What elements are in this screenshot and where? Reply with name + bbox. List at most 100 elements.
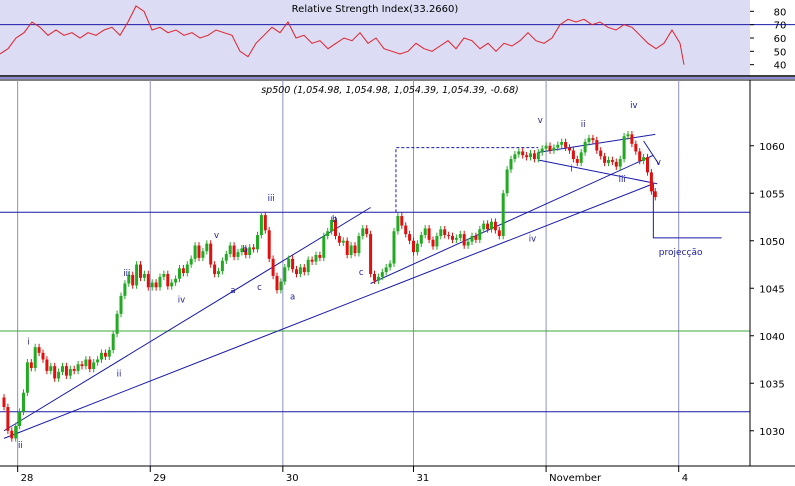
candle-body <box>259 215 263 236</box>
candle-body <box>228 245 232 255</box>
candle-body <box>560 141 564 145</box>
candle-body <box>610 160 614 162</box>
candle-body <box>267 230 271 259</box>
candle-body <box>396 216 400 232</box>
candle-body <box>439 229 443 236</box>
candle-body <box>25 362 29 393</box>
candle-body <box>451 236 454 240</box>
candle-body <box>501 193 505 236</box>
candle-body <box>248 247 252 255</box>
candle-body <box>224 254 228 261</box>
candle-body <box>529 153 532 158</box>
day-gridlines <box>17 80 680 466</box>
candle-body <box>497 230 501 236</box>
wave-label: c <box>359 268 364 278</box>
wave-label: iv <box>178 296 185 306</box>
candle-body <box>10 430 14 439</box>
candle-body <box>275 275 279 291</box>
wave-label: iii <box>619 175 626 185</box>
candle-body <box>341 240 345 243</box>
candle-body <box>579 152 583 163</box>
candle-body <box>49 366 53 371</box>
candle-body <box>622 136 626 160</box>
candle-body <box>361 228 365 236</box>
candle-body <box>513 154 517 160</box>
candle-body <box>131 274 135 286</box>
candle-body <box>509 159 513 170</box>
candle-body <box>193 245 197 259</box>
candle-body <box>181 268 185 274</box>
price-tick-label: 1035 <box>759 379 784 390</box>
rsi-tick-label: 50 <box>774 47 787 58</box>
candle-body <box>575 159 579 163</box>
candle-body <box>493 221 497 231</box>
rsi-y-axis: 40 50 60 70 80 <box>750 7 787 72</box>
candle-body <box>162 274 166 277</box>
price-y-axis: 1030 1035 1040 1045 1050 1055 1060 <box>750 142 785 438</box>
candle-body <box>490 221 493 230</box>
candle-body <box>392 231 396 264</box>
candle-body <box>474 236 478 240</box>
wave-label: a <box>230 286 235 296</box>
candle-body <box>205 243 209 252</box>
candle-body <box>607 160 610 163</box>
wave-label: iii <box>268 194 275 204</box>
wave-label: ii <box>581 120 586 130</box>
candle-body <box>146 274 150 288</box>
candle-body <box>618 159 622 167</box>
candle-body <box>123 283 127 296</box>
x-tick-label: 4 <box>682 473 688 482</box>
candle-body <box>646 157 649 173</box>
candle-body <box>100 352 103 360</box>
candle-body <box>478 229 482 240</box>
candle-body <box>435 236 439 247</box>
candle-body <box>213 264 217 274</box>
candle-body <box>76 364 80 371</box>
candle-body <box>454 237 458 240</box>
candle-body <box>53 366 57 379</box>
candle-body <box>427 228 431 240</box>
candle-body <box>263 215 267 231</box>
candle-body <box>220 260 224 272</box>
candle-body <box>232 245 236 257</box>
candle-body <box>185 264 189 274</box>
candle-body <box>61 366 64 372</box>
candle-body <box>626 134 630 137</box>
wave-label: v <box>214 231 219 241</box>
candle-body <box>349 245 353 255</box>
wave-label: projecção <box>659 248 703 258</box>
wave-label: iii <box>123 269 130 279</box>
candle-body <box>599 150 603 157</box>
wave-label: b <box>332 215 337 225</box>
candle-body <box>466 241 470 246</box>
candle-body <box>470 236 474 242</box>
candle-body <box>2 397 6 407</box>
candle-body <box>536 152 540 160</box>
rsi-tick-label: 70 <box>774 21 787 32</box>
wave-label: i <box>27 337 29 347</box>
candle-body <box>37 347 41 353</box>
x-tick-label: 29 <box>153 473 166 482</box>
projection-lines <box>395 147 722 239</box>
candle-body <box>84 359 88 367</box>
candle-body <box>178 268 181 279</box>
candle-body <box>369 234 373 274</box>
price-tick-label: 1060 <box>759 142 784 153</box>
candle-body <box>103 352 107 357</box>
candle-body <box>532 153 536 160</box>
projection-dashed-path <box>395 147 539 213</box>
price-tick-label: 1040 <box>759 332 784 343</box>
candle-body <box>271 258 275 276</box>
candle-body <box>517 151 521 155</box>
price-reference-lines <box>0 211 750 413</box>
price-title: sp500 (1,054.98, 1,054.98, 1,054.39, 1,0… <box>261 85 519 96</box>
candle-body <box>482 223 486 230</box>
wave-label: ii <box>117 370 122 380</box>
candle-body <box>548 145 552 151</box>
trendline <box>3 207 371 432</box>
wave-label: a <box>290 293 295 303</box>
candle-body <box>630 134 634 144</box>
candle-body <box>423 228 427 236</box>
candle-body <box>92 362 96 369</box>
candle-body <box>88 359 92 369</box>
